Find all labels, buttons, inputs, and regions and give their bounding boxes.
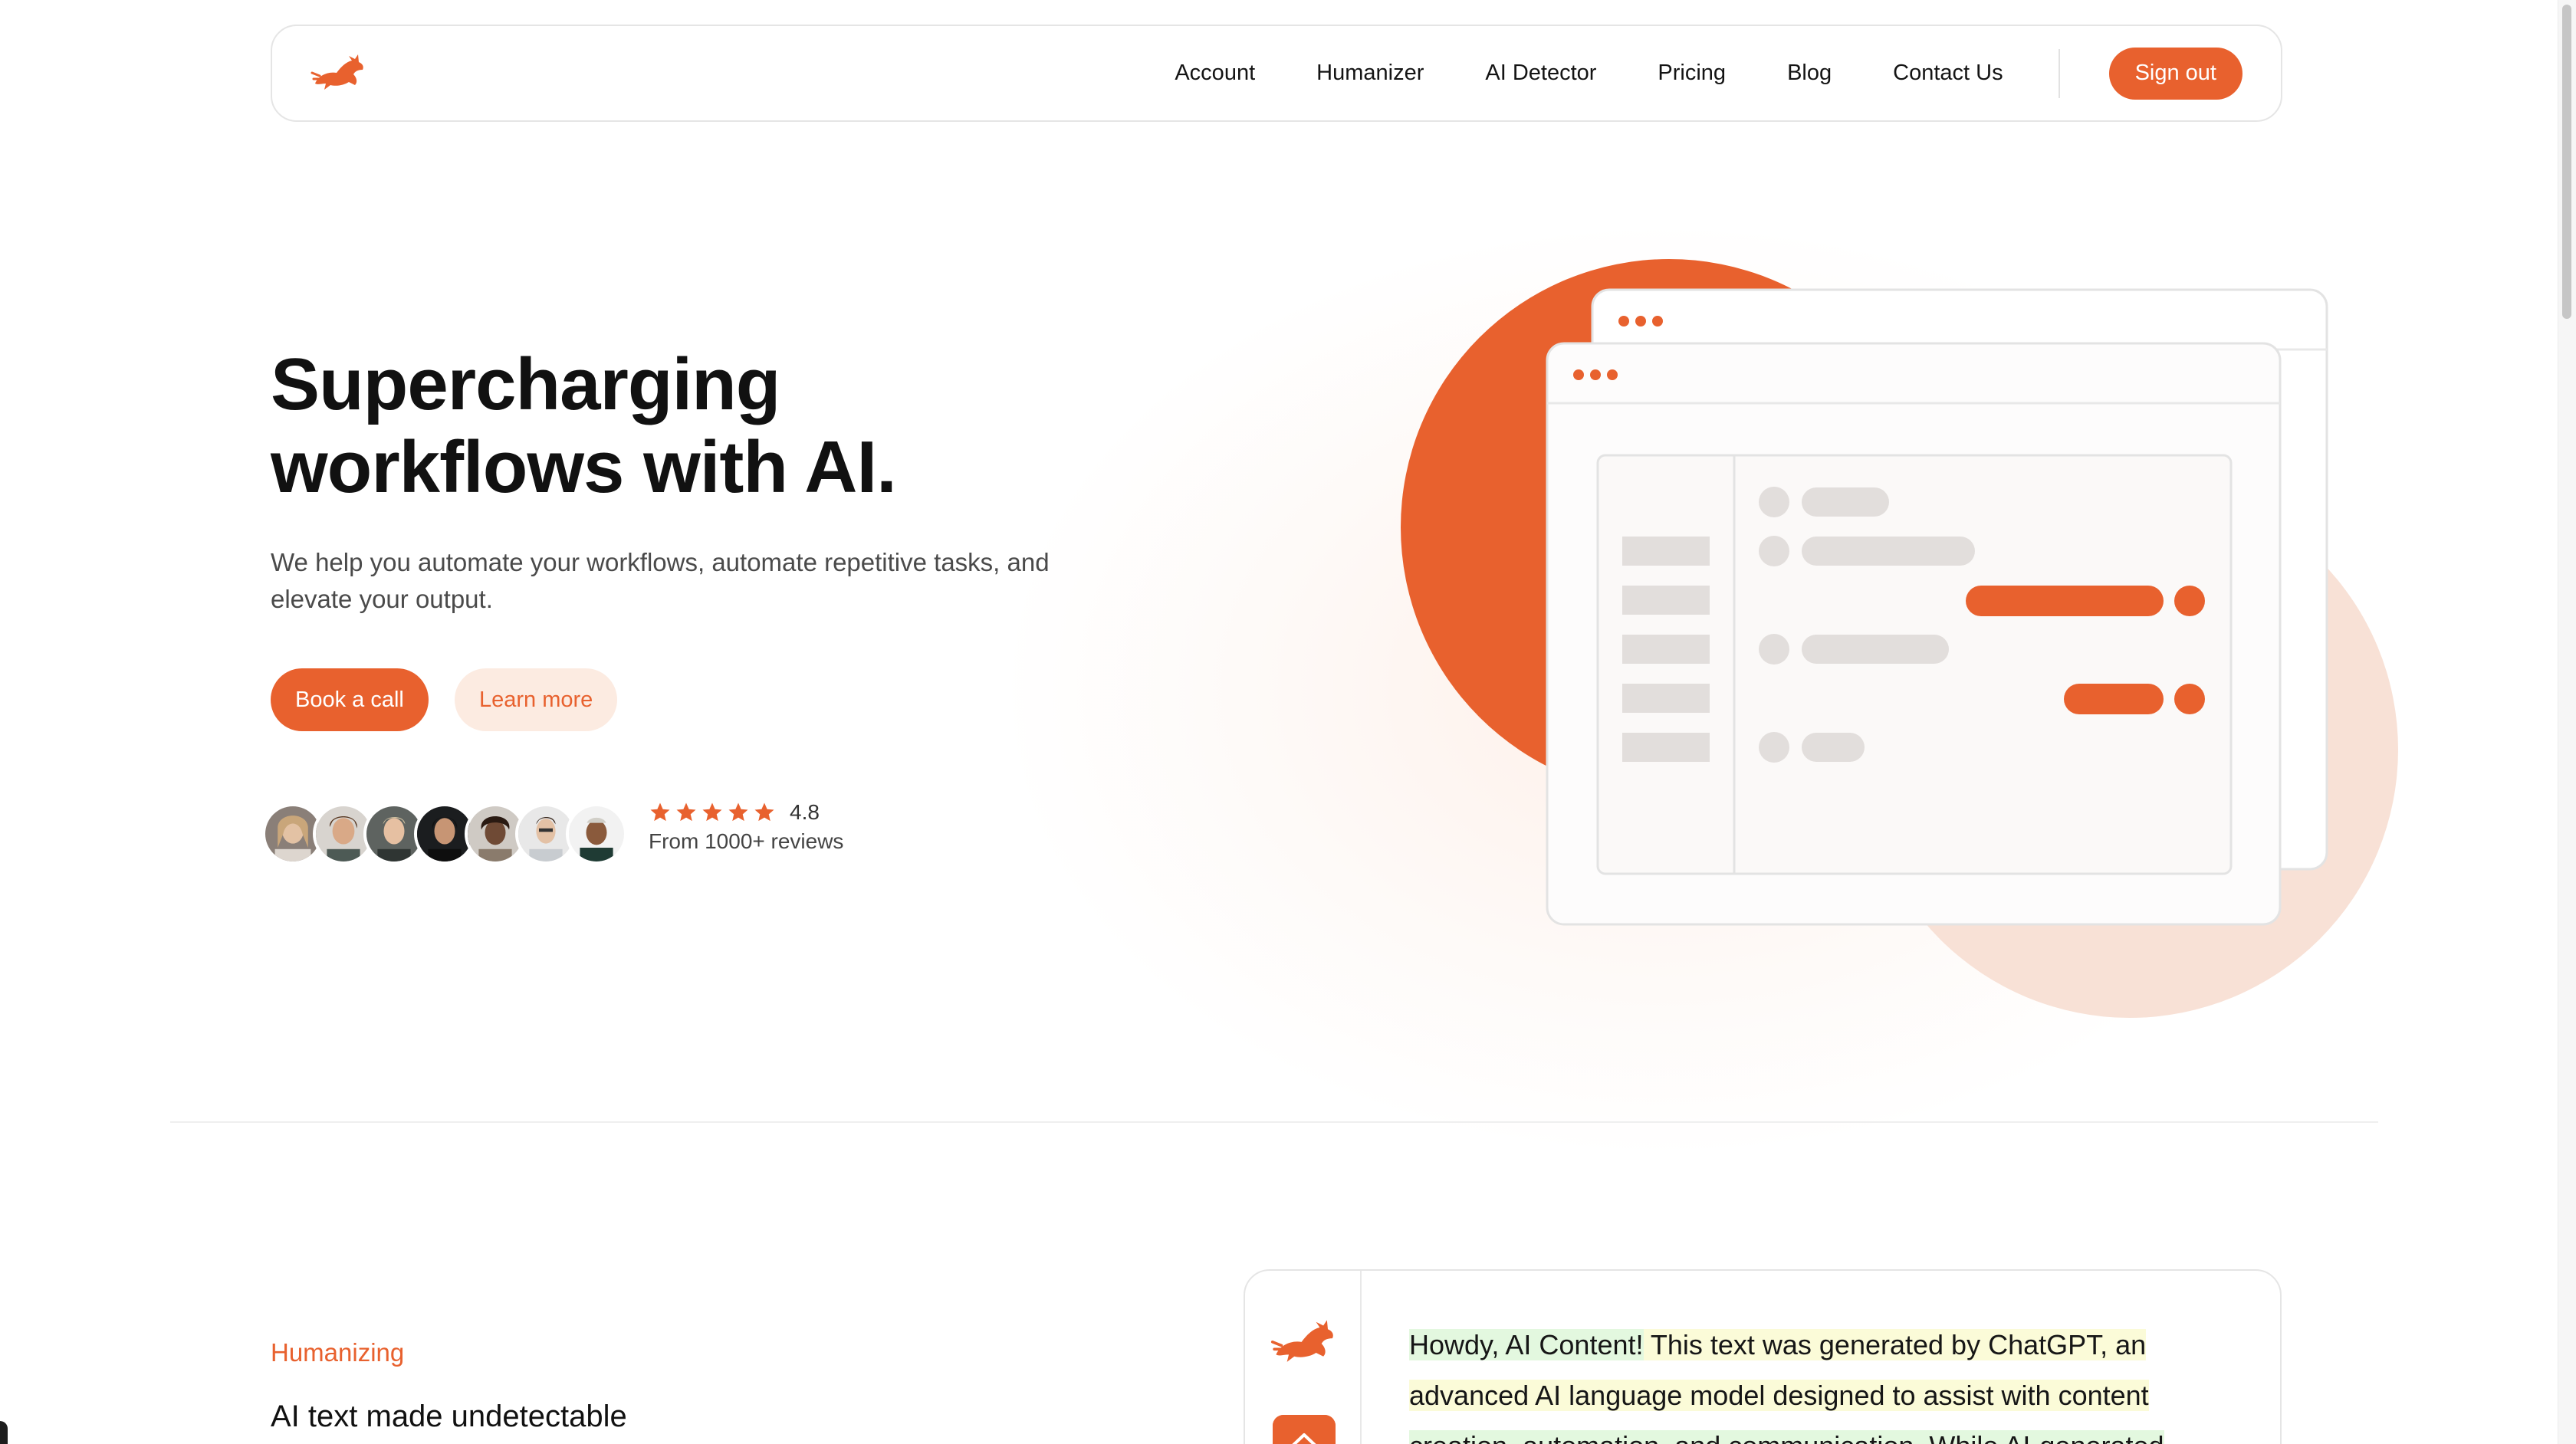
demo-text: Howdy, AI Content! This text was generat… [1409, 1320, 2237, 1444]
humanizer-demo-card: Howdy, AI Content! This text was generat… [1244, 1269, 2282, 1444]
hero-illustration [1401, 259, 2398, 1018]
demo-text-segment: creation, automation, and communication.… [1409, 1430, 2164, 1444]
section-eyebrow: Humanizing [271, 1338, 405, 1367]
screen-corner [0, 1421, 8, 1444]
rabbit-logo-icon [1270, 1320, 1333, 1362]
section-divider [170, 1121, 2378, 1123]
demo-sidebar [1245, 1271, 1362, 1444]
section-title: AI text made undetectable [271, 1400, 627, 1433]
home-icon[interactable] [1273, 1415, 1336, 1444]
illustration-front-window [1546, 342, 2282, 926]
demo-text-segment: Howdy, AI Content! [1409, 1329, 1644, 1360]
scrollbar-thumb[interactable] [2562, 5, 2571, 319]
page-scrollbar[interactable] [2558, 0, 2576, 1444]
